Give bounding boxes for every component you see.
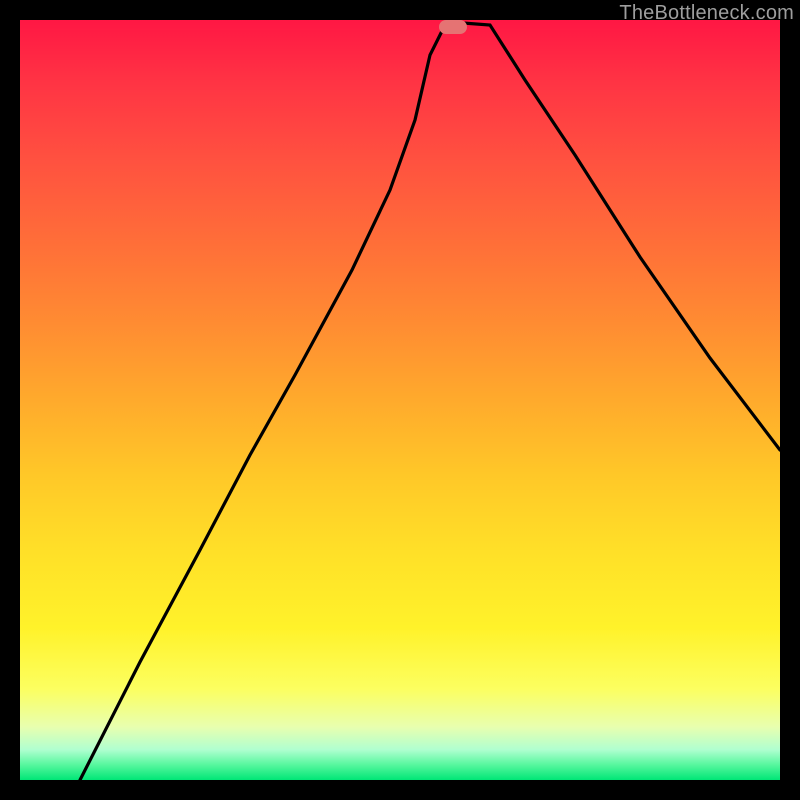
chart-container: TheBottleneck.com	[0, 0, 800, 800]
plot-area	[20, 20, 780, 780]
watermark-text: TheBottleneck.com	[619, 2, 794, 25]
optimum-marker	[439, 20, 467, 34]
bottleneck-curve	[20, 20, 780, 780]
